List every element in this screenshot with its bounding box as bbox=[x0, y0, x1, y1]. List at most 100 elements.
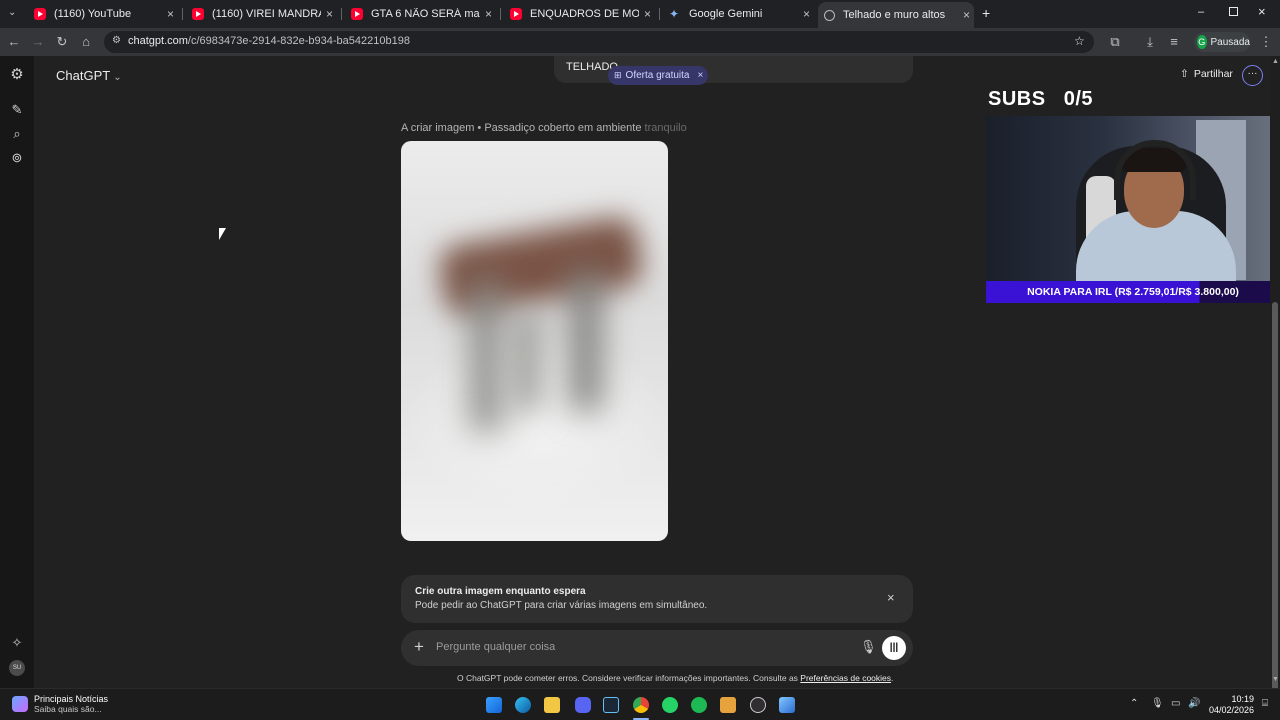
clock[interactable]: 10:19 04/02/2026 bbox=[1208, 694, 1254, 716]
extensions-icon[interactable]: ⧉ bbox=[1107, 34, 1123, 50]
scrollbar-thumb[interactable] bbox=[1272, 302, 1278, 712]
tab-youtube-2[interactable]: (1160) VIREI MANDRAKE E JÁ F × bbox=[186, 4, 337, 24]
search-icon[interactable]: ⌕ bbox=[9, 126, 25, 142]
tab-strip: ⌄ (1160) YouTube × (1160) VIREI MANDRAKE… bbox=[0, 0, 1280, 28]
share-icon: ⇧ bbox=[1180, 68, 1189, 80]
close-tab-icon[interactable]: × bbox=[326, 7, 333, 21]
reload-icon[interactable]: ↻ bbox=[54, 34, 70, 50]
new-chat-icon[interactable]: ✎ bbox=[9, 102, 25, 118]
tip-body: Pode pedir ao ChatGPT para criar várias … bbox=[415, 600, 708, 611]
library-icon[interactable]: ⊚ bbox=[9, 150, 25, 166]
paint-icon[interactable] bbox=[779, 697, 795, 713]
upgrade-sparkle-icon[interactable]: ✧ bbox=[9, 635, 25, 651]
close-icon[interactable]: × bbox=[887, 590, 895, 605]
close-tab-icon[interactable]: × bbox=[167, 7, 174, 21]
microphone-icon[interactable]: 🎙 bbox=[860, 639, 877, 655]
subs-label: SUBS bbox=[988, 88, 1046, 110]
openai-logo-icon[interactable]: ⚙ bbox=[9, 67, 25, 83]
vertical-scrollbar[interactable]: ▲ ▼ bbox=[1270, 56, 1280, 712]
network-icon[interactable]: ▭ bbox=[1171, 698, 1180, 709]
tab-search-chevron-icon[interactable]: ⌄ bbox=[8, 7, 16, 18]
voice-mode-button[interactable]: ||| bbox=[882, 636, 906, 660]
tray-chevron-icon[interactable]: ⌃ bbox=[1130, 698, 1138, 709]
minimize-icon[interactable]: – bbox=[1198, 6, 1204, 18]
downloads-icon[interactable]: ⤓ bbox=[1142, 34, 1158, 50]
edge-icon[interactable] bbox=[515, 697, 531, 713]
free-offer-pill[interactable]: ⊞ Oferta gratuita × bbox=[608, 66, 708, 85]
tab-youtube-3[interactable]: GTA 6 NÃO SERÁ mais ADIADO × bbox=[345, 4, 496, 24]
tip-card: Crie outra imagem enquanto espera Pode p… bbox=[401, 575, 913, 623]
chrome-icon[interactable] bbox=[633, 697, 649, 713]
profile-label: Pausada bbox=[1210, 36, 1250, 48]
mouse-cursor bbox=[219, 228, 226, 240]
discord-icon[interactable] bbox=[575, 697, 591, 713]
donation-goal-bar: NOKIA PARA IRL (R$ 2.759,01/R$ 3.800,00) bbox=[986, 281, 1280, 303]
close-tab-icon[interactable]: × bbox=[803, 7, 810, 21]
message-composer[interactable]: + Pergunte qualquer coisa 🎙 ||| bbox=[401, 630, 913, 666]
chevron-down-icon: ⌄ bbox=[113, 72, 122, 83]
more-options-button[interactable]: ··· bbox=[1242, 65, 1263, 86]
tab-chatgpt-active[interactable]: Telhado e muro altos × bbox=[818, 2, 974, 28]
tab-gemini[interactable]: ✦ Google Gemini × bbox=[663, 4, 814, 24]
tab-title: ENQUADROS DE MOTO (EP. 12 bbox=[530, 8, 639, 20]
tip-title: Crie outra imagem enquanto espera bbox=[415, 586, 586, 597]
news-widget[interactable]: Principais Notícias Saiba quais são... bbox=[12, 694, 108, 714]
site-info-icon[interactable]: ⚙ bbox=[112, 35, 121, 46]
obs-icon[interactable] bbox=[750, 697, 766, 713]
restore-icon[interactable] bbox=[1229, 7, 1238, 16]
notifications-icon[interactable]: ⌸ bbox=[1262, 698, 1268, 709]
share-button[interactable]: ⇧ Partilhar bbox=[1180, 68, 1233, 80]
close-tab-icon[interactable]: × bbox=[963, 8, 970, 22]
youtube-icon bbox=[34, 8, 46, 20]
steam-icon[interactable] bbox=[603, 697, 619, 713]
tab-title: Google Gemini bbox=[689, 8, 763, 20]
new-tab-plus-icon[interactable]: + bbox=[982, 5, 990, 21]
disclaimer: O ChatGPT pode cometer erros. Considere … bbox=[457, 673, 894, 683]
forward-arrow-icon[interactable]: → bbox=[30, 34, 46, 50]
offer-label: Oferta gratuita bbox=[625, 70, 690, 81]
browser-menu-icon[interactable]: ⋮ bbox=[1258, 34, 1274, 50]
close-tab-icon[interactable]: × bbox=[485, 7, 492, 21]
media-controls-icon[interactable]: ≡ bbox=[1166, 34, 1182, 50]
spotify-icon[interactable] bbox=[691, 697, 707, 713]
close-icon[interactable]: × bbox=[697, 70, 703, 81]
close-tab-icon[interactable]: × bbox=[644, 7, 651, 21]
windows-start-icon[interactable] bbox=[486, 697, 502, 713]
profile-button[interactable]: G Pausada bbox=[1194, 32, 1250, 52]
app-icon[interactable] bbox=[720, 697, 736, 713]
address-bar[interactable]: ⚙ chatgpt.com/c/6983473e-2914-832e-b934-… bbox=[104, 31, 1094, 53]
subs-value: 0/5 bbox=[1063, 88, 1094, 110]
scroll-up-icon[interactable]: ▲ bbox=[1272, 58, 1279, 65]
news-icon bbox=[12, 696, 28, 712]
attach-plus-icon[interactable]: + bbox=[414, 637, 424, 657]
youtube-icon bbox=[192, 8, 204, 20]
windows-taskbar: Principais Notícias Saiba quais são... ⌃… bbox=[0, 688, 1280, 720]
tab-youtube-1[interactable]: (1160) YouTube × bbox=[28, 4, 178, 24]
news-title: Principais Notícias bbox=[34, 694, 109, 704]
share-label: Partilhar bbox=[1193, 68, 1233, 80]
whatsapp-icon[interactable] bbox=[662, 697, 678, 713]
composer-input[interactable]: Pergunte qualquer coisa bbox=[436, 641, 555, 653]
back-arrow-icon[interactable]: ← bbox=[6, 34, 22, 50]
tab-title: GTA 6 NÃO SERÁ mais ADIADO bbox=[371, 8, 480, 20]
gemini-icon: ✦ bbox=[669, 7, 680, 21]
tab-youtube-4[interactable]: ENQUADROS DE MOTO (EP. 12 × bbox=[504, 4, 655, 24]
home-icon[interactable]: ⌂ bbox=[78, 34, 94, 50]
microphone-tray-icon[interactable]: 🎙 bbox=[1151, 698, 1164, 709]
youtube-icon bbox=[351, 8, 363, 20]
url-text: chatgpt.com/c/6983473e-2914-832e-b934-ba… bbox=[128, 35, 410, 47]
close-window-icon[interactable]: × bbox=[1258, 4, 1266, 19]
user-avatar[interactable]: SU bbox=[9, 660, 25, 676]
model-selector[interactable]: ChatGPT ⌄ bbox=[56, 68, 122, 83]
sidebar-rail: ⚙ ✎ ⌕ ⊚ ✧ SU bbox=[0, 56, 34, 688]
file-explorer-icon[interactable] bbox=[544, 697, 560, 713]
volume-icon[interactable]: 🔊 bbox=[1188, 698, 1200, 709]
bookmark-star-icon[interactable]: ☆ bbox=[1074, 34, 1085, 48]
scroll-down-icon[interactable]: ▼ bbox=[1272, 676, 1279, 683]
clock-time: 10:19 bbox=[1231, 694, 1254, 704]
tab-title: (1160) VIREI MANDRAKE E JÁ F bbox=[212, 8, 321, 20]
avatar: G bbox=[1197, 35, 1207, 49]
donation-goal-text: NOKIA PARA IRL (R$ 2.759,01/R$ 3.800,00) bbox=[1027, 286, 1239, 298]
brand-label: ChatGPT bbox=[56, 68, 111, 83]
cookie-preferences-link[interactable]: Preferências de cookies bbox=[800, 673, 891, 683]
